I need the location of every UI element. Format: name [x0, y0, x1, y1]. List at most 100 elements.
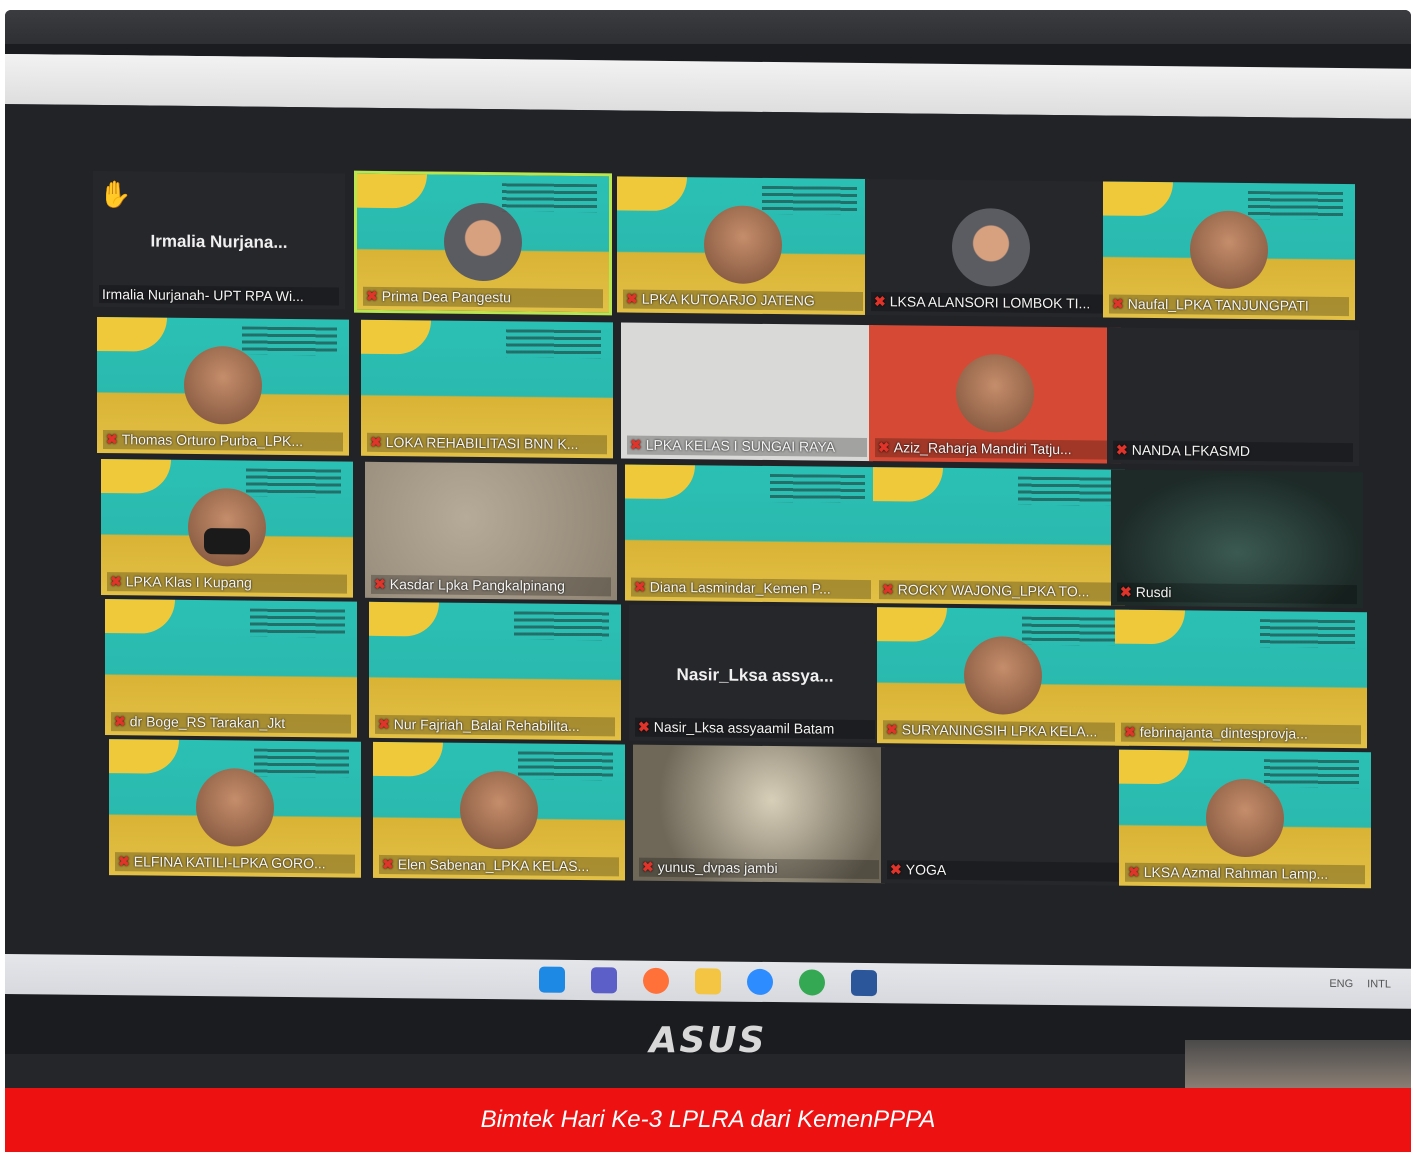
- participant-name-label: ✖ Elen Sabenan_LPKA KELAS...: [379, 854, 619, 877]
- participant-video: [1206, 778, 1284, 858]
- participant-tile[interactable]: ✖ LPKA KUTOARJO JATENG: [617, 176, 869, 316]
- muted-mic-icon: ✖: [114, 713, 126, 730]
- participant-center-name: Irmalia Nurjana...: [150, 231, 288, 252]
- firefox-icon[interactable]: [643, 967, 669, 994]
- chrome-icon[interactable]: [799, 969, 825, 996]
- participant-name-label: ✖ LPKA KELAS I SUNGAI RAYA: [627, 435, 867, 458]
- participant-video: [188, 487, 266, 567]
- muted-mic-icon: ✖: [374, 575, 386, 592]
- muted-mic-icon: ✖: [874, 293, 886, 310]
- system-tray: ENG INTL: [1329, 978, 1391, 991]
- muted-mic-icon: ✖: [1116, 441, 1128, 458]
- muted-mic-icon: ✖: [890, 861, 902, 878]
- participant-name-label: ✖ Rusdi: [1117, 582, 1357, 605]
- participant-video: [444, 202, 522, 282]
- participant-name-label: ✖ dr Boge_RS Tarakan_Jkt: [111, 712, 351, 734]
- participant-tile[interactable]: ✖ Kasdar Lpka Pangkalpinang: [365, 461, 617, 601]
- participant-tile[interactable]: ✖ LPKA KELAS I SUNGAI RAYA: [621, 322, 873, 462]
- zoom-icon[interactable]: [747, 968, 773, 996]
- participant-name-label: ✖ NANDA LFKASMD: [1113, 440, 1353, 463]
- participant-tile[interactable]: ✖ febrinajanta_dintesprovja...: [1115, 609, 1367, 749]
- participant-name-label: ✖ Diana Lasmindar_Kemen P...: [631, 577, 871, 600]
- muted-mic-icon: ✖: [366, 287, 378, 304]
- participant-tile[interactable]: ✖ SURYANINGSIH LPKA KELA...: [877, 607, 1129, 746]
- participant-name-label: ✖ LKSA Azmal Rahman Lamp...: [1125, 862, 1365, 885]
- muted-mic-icon: ✖: [626, 290, 638, 307]
- muted-mic-icon: ✖: [642, 858, 654, 875]
- participant-name-label: ✖ LPKA KUTOARJO JATENG: [623, 289, 863, 311]
- participant-name: dr Boge_RS Tarakan_Jkt: [129, 713, 286, 731]
- participant-tile[interactable]: ✖ dr Boge_RS Tarakan_Jkt: [105, 599, 357, 738]
- participant-name: ELFINA KATILI-LPKA GORO...: [133, 853, 326, 872]
- muted-mic-icon: ✖: [882, 581, 894, 598]
- windows-start-icon[interactable]: [539, 966, 565, 993]
- participant-name-label: ✖ Naufal_LPKA TANJUNGPATI: [1109, 294, 1349, 317]
- muted-mic-icon: ✖: [378, 715, 390, 733]
- participant-name: Nasir_Lksa assyaamil Batam: [653, 718, 835, 737]
- participant-name: Prima Dea Pangestu: [381, 287, 511, 306]
- participant-name: Diana Lasmindar_Kemen P...: [649, 578, 831, 597]
- participant-name: Aziz_Raharja Mandiri Tatju...: [893, 439, 1072, 458]
- participant-tile[interactable]: ✖ ROCKY WAJONG_LPKA TO...: [873, 467, 1125, 606]
- muted-mic-icon: ✖: [106, 431, 118, 448]
- participant-video: [964, 636, 1042, 715]
- participant-name-label: ✖ Nasir_Lksa assyaamil Batam: [635, 717, 875, 740]
- participant-tile[interactable]: ✖ yunus_dvpas jambi: [633, 744, 885, 884]
- participant-tile[interactable]: ✖ Aziz_Raharja Mandiri Tatju...: [869, 325, 1121, 464]
- participant-name-label: ✖ YOGA: [887, 860, 1127, 882]
- muted-mic-icon: ✖: [1120, 583, 1132, 600]
- muted-mic-icon: ✖: [634, 578, 646, 595]
- participant-name: NANDA LFKASMD: [1131, 441, 1250, 460]
- participant-name: Thomas Orturo Purba_LPK...: [121, 431, 304, 450]
- photo: ✋ Irmalia Nurjana... Irmalia Nurjanah- UPT…: [5, 10, 1411, 1088]
- raised-hand-icon: ✋: [99, 178, 132, 210]
- word-icon[interactable]: [851, 969, 877, 997]
- muted-mic-icon: ✖: [630, 436, 642, 453]
- participant-tile[interactable]: ✖ Elen Sabenan_LPKA KELAS...: [373, 741, 625, 881]
- participant-tile[interactable]: ✖ Prima Dea Pangestu: [354, 170, 612, 316]
- participant-video: [952, 207, 1030, 287]
- participant-name: febrinajanta_dintesprovja...: [1139, 723, 1308, 742]
- participant-name: SURYANINGSIH LPKA KELA...: [901, 721, 1098, 740]
- participant-tile[interactable]: ✖ Naufal_LPKA TANJUNGPATI: [1103, 181, 1355, 321]
- participant-tile[interactable]: Nasir_Lksa assya... ✖ Nasir_Lksa assyaamil…: [629, 604, 881, 744]
- participant-name: LKSA Azmal Rahman Lamp...: [1143, 863, 1329, 882]
- participant-tile[interactable]: ✖ Thomas Orturo Purba_LPK...: [97, 316, 349, 456]
- participant-tile[interactable]: ✖ Diana Lasmindar_Kemen P...: [625, 464, 877, 604]
- participant-name: LPKA KELAS I SUNGAI RAYA: [645, 436, 836, 455]
- muted-mic-icon: ✖: [1124, 723, 1136, 740]
- participant-name: Irmalia Nurjanah- UPT RPA Wi...: [102, 286, 304, 305]
- muted-mic-icon: ✖: [1128, 863, 1140, 880]
- muted-mic-icon: ✖: [1112, 295, 1124, 312]
- muted-mic-icon: ✖: [886, 721, 898, 738]
- photo-caption: Bimtek Hari Ke-3 LPLRA dari KemenPPPA: [5, 1088, 1411, 1152]
- muted-mic-icon: ✖: [638, 718, 650, 735]
- participant-tile[interactable]: ✖ NANDA LFKASMD: [1107, 327, 1359, 467]
- participant-name: yunus_dvpas jambi: [657, 858, 778, 877]
- participant-name: LPKA Klas I Kupang: [125, 573, 252, 591]
- participant-name: Nur Fajriah_Balai Rehabilita...: [393, 716, 580, 735]
- participant-tile[interactable]: ✖ LKSA Azmal Rahman Lamp...: [1119, 749, 1371, 889]
- chat-icon[interactable]: [591, 967, 617, 994]
- participant-name-label: ✖ Prima Dea Pangestu: [363, 286, 603, 309]
- participant-name-label: ✖ LKSA ALANSORI LOMBOK TI...: [871, 292, 1111, 314]
- participant-tile[interactable]: ✖ LOKA REHABILITASI BNN K...: [361, 319, 613, 459]
- participant-video: [704, 205, 782, 285]
- participant-tile[interactable]: ✖ LKSA ALANSORI LOMBOK TI...: [865, 179, 1117, 318]
- participant-tile[interactable]: ✖ Nur Fajriah_Balai Rehabilita...: [369, 601, 621, 741]
- participant-tile[interactable]: ✖ Rusdi: [1111, 469, 1363, 609]
- participant-name-label: ✖ ROCKY WAJONG_LPKA TO...: [879, 580, 1119, 602]
- participant-center-name: Nasir_Lksa assya...: [676, 664, 834, 686]
- participant-name: Elen Sabenan_LPKA KELAS...: [397, 856, 590, 875]
- desk-object: [1185, 1040, 1411, 1088]
- file-explorer-icon[interactable]: [695, 968, 721, 995]
- participant-tile[interactable]: ✋ Irmalia Nurjana... Irmalia Nurjanah- UPT…: [93, 170, 345, 310]
- participant-tile[interactable]: ✖ YOGA: [881, 747, 1133, 886]
- participant-tile[interactable]: ✖ LPKA Klas I Kupang: [101, 459, 353, 598]
- participant-video: [956, 353, 1034, 433]
- participant-name-label: ✖ Kasdar Lpka Pangkalpinang: [371, 574, 611, 597]
- participant-tile[interactable]: ✖ ELFINA KATILI-LPKA GORO...: [109, 739, 361, 878]
- participant-name-label: Irmalia Nurjanah- UPT RPA Wi...: [99, 284, 339, 306]
- participant-name: LKSA ALANSORI LOMBOK TI...: [889, 293, 1091, 312]
- participant-name-label: ✖ SURYANINGSIH LPKA KELA...: [883, 720, 1123, 742]
